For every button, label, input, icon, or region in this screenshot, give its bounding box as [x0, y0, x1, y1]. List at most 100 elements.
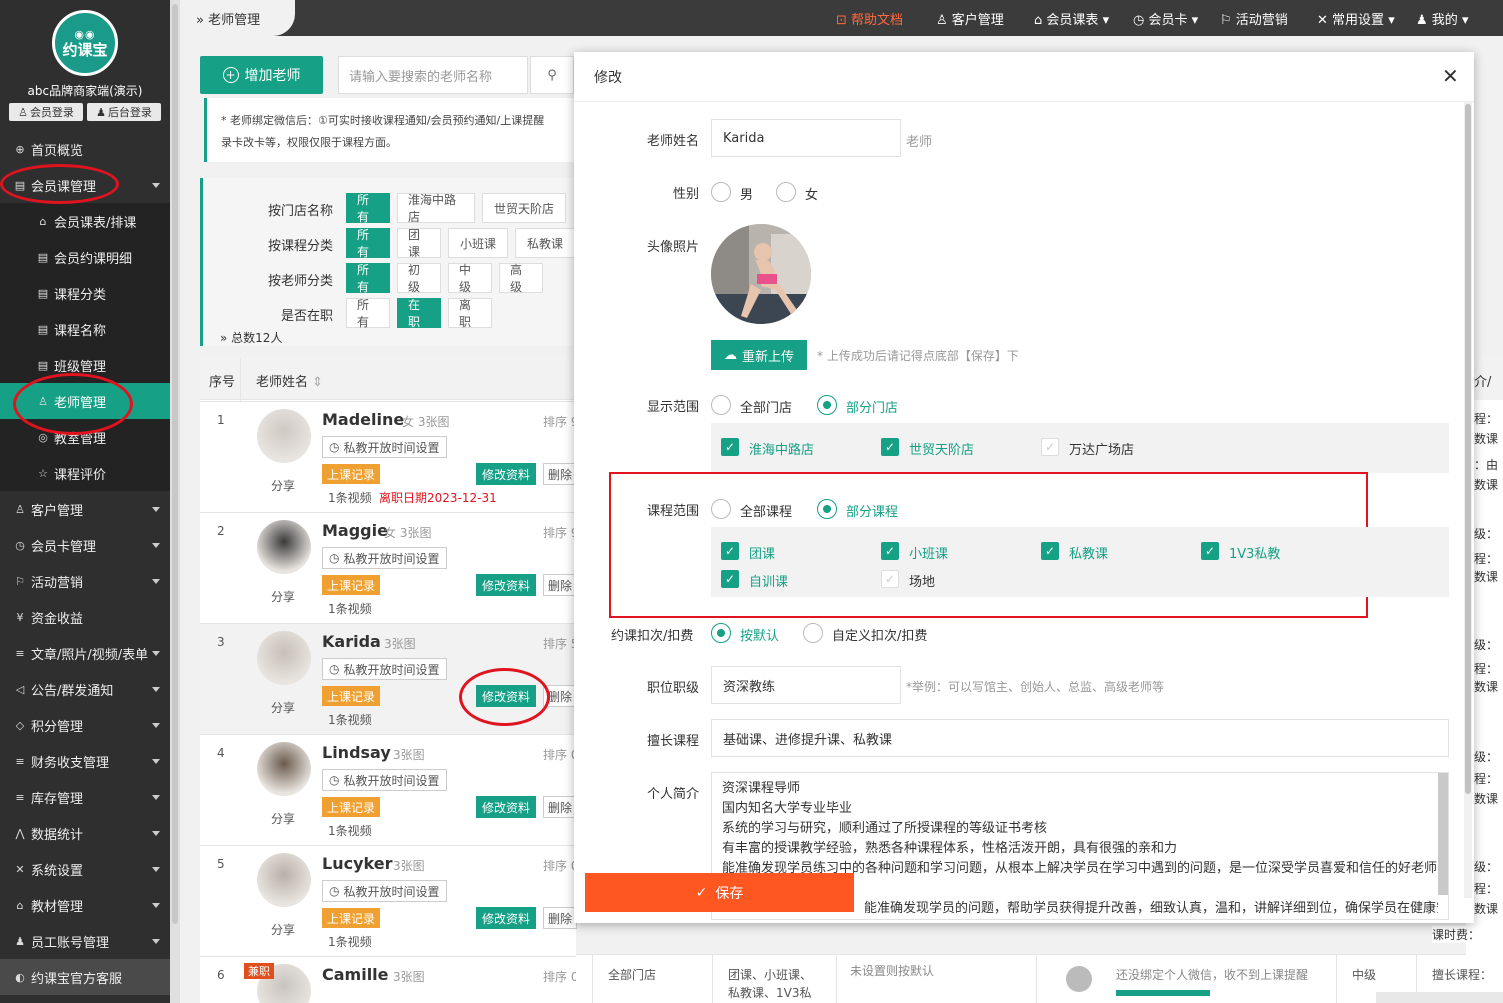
course-checkbox[interactable]: ✓ [1201, 542, 1219, 560]
help-docs-link[interactable]: ⊡ 帮助文档 [836, 9, 903, 28]
sidebar-item-22[interactable]: ♟ 员工账号管理 [0, 923, 170, 959]
filter-option[interactable]: 所有 [346, 263, 390, 294]
filter-option[interactable]: 所有 [346, 298, 390, 329]
filter-option[interactable]: 所有 [346, 193, 390, 224]
class-record-button[interactable]: 上课记录 [322, 908, 381, 928]
store-checkbox-label[interactable]: 世贸天阶店 [909, 439, 974, 458]
course-partial-label[interactable]: 部分课程 [846, 501, 898, 520]
edit-profile-button[interactable]: 修改资料 [476, 574, 537, 596]
sidebar-item-4[interactable]: ▤ 课程分类 [0, 275, 170, 311]
class-record-button[interactable]: 上课记录 [322, 797, 381, 817]
delete-button[interactable]: 删除 [543, 574, 578, 596]
course-checkbox[interactable]: ✓ [721, 542, 739, 560]
top-nav-me[interactable]: ♟ 我的 ▾ [1416, 9, 1468, 28]
store-checkbox[interactable]: ✓ [881, 438, 899, 456]
filter-option[interactable]: 小班课 [448, 228, 508, 258]
course-checkbox[interactable]: ✓ [881, 542, 899, 560]
sidebar-item-16[interactable]: ◇ 积分管理 [0, 707, 170, 743]
course-partial-radio[interactable] [817, 499, 837, 519]
course-checkbox-label[interactable]: 团课 [749, 543, 775, 562]
filter-option[interactable]: 在职 [397, 298, 441, 329]
bind-wechat-button[interactable] [1116, 990, 1210, 996]
scope-all-radio[interactable] [711, 395, 731, 415]
filter-option[interactable]: 高级 [499, 263, 543, 294]
gender-male-radio[interactable] [711, 182, 731, 202]
edit-profile-button[interactable]: 修改资料 [476, 463, 537, 485]
top-nav-customers[interactable]: ♙ 客户管理 [936, 9, 1004, 28]
sidebar-scrollbar[interactable] [172, 4, 178, 924]
sidebar-item-13[interactable]: ¥ 资金收益 [0, 599, 170, 635]
reupload-button[interactable]: ☁ 重新上传 [711, 340, 807, 370]
edit-profile-button[interactable]: 修改资料 [476, 907, 537, 929]
sidebar-item-17[interactable]: ≡ 财务收支管理 [0, 743, 170, 779]
sidebar-item-18[interactable]: ≡ 库存管理 [0, 779, 170, 815]
share-link[interactable]: 分享 [271, 921, 295, 938]
delete-button[interactable]: 删除 [543, 463, 578, 485]
close-icon[interactable]: ✕ [1442, 64, 1459, 88]
store-checkbox-label[interactable]: 淮海中路店 [749, 439, 814, 458]
filter-option[interactable]: 初级 [397, 263, 441, 294]
sidebar-item-10[interactable]: ♙ 客户管理 [0, 491, 170, 527]
delete-button[interactable]: 删除 [543, 907, 578, 929]
horizontal-scrollbar[interactable] [1376, 992, 1503, 1003]
col-header-name[interactable]: 老师姓名 ⇕ [256, 371, 323, 390]
teacher-search-input[interactable]: 请输入要搜索的老师名称 [338, 56, 528, 94]
store-checkbox[interactable]: ✓ [721, 438, 739, 456]
deduct-default-label[interactable]: 按默认 [740, 625, 779, 644]
gender-female-label[interactable]: 女 [805, 184, 818, 203]
store-checkbox-label[interactable]: 万达广场店 [1069, 439, 1134, 458]
course-checkbox-label[interactable]: 场地 [909, 571, 935, 590]
private-time-button[interactable]: ◷ 私教开放时间设置 [322, 880, 447, 902]
deduct-default-radio[interactable] [711, 623, 731, 643]
class-record-button[interactable]: 上课记录 [322, 464, 381, 484]
private-time-button[interactable]: ◷ 私教开放时间设置 [322, 436, 447, 458]
gender-male-label[interactable]: 男 [740, 184, 753, 203]
sidebar-item-9[interactable]: ☆ 课程评价 [0, 455, 170, 491]
teacher-name-input[interactable]: Karida [711, 119, 901, 157]
sidebar-item-3[interactable]: ▤ 会员约课明细 [0, 239, 170, 275]
class-record-button[interactable]: 上课记录 [322, 575, 381, 595]
filter-option[interactable]: 淮海中路店 [397, 193, 475, 224]
course-checkbox[interactable]: ✓ [1041, 542, 1059, 560]
save-button[interactable]: ✓ 保存 [585, 873, 854, 912]
scope-partial-radio[interactable] [817, 395, 837, 415]
share-link[interactable]: 分享 [271, 699, 295, 716]
sidebar-item-20[interactable]: ✕ 系统设置 [0, 851, 170, 887]
sidebar-item-11[interactable]: ◷ 会员卡管理 [0, 527, 170, 563]
search-button[interactable]: ⚲ [530, 56, 574, 94]
course-checkbox-label[interactable]: 自训课 [749, 571, 788, 590]
sidebar-item-23[interactable]: ◐ 约课宝官方客服 [0, 959, 170, 995]
sidebar-item-15[interactable]: ◁ 公告/群发通知 [0, 671, 170, 707]
share-link[interactable]: 分享 [271, 477, 295, 494]
class-record-button[interactable]: 上课记录 [322, 686, 381, 706]
course-all-label[interactable]: 全部课程 [740, 501, 792, 520]
gender-female-radio[interactable] [776, 182, 796, 202]
sidebar-item-21[interactable]: ⌂ 教材管理 [0, 887, 170, 923]
modal-scrollbar[interactable] [1465, 104, 1471, 794]
edit-profile-button[interactable]: 修改资料 [476, 796, 537, 818]
deduct-custom-label[interactable]: 自定义扣次/扣费 [832, 625, 927, 644]
filter-option[interactable]: 所有 [346, 228, 390, 259]
filter-option[interactable]: 世贸天阶店 [482, 193, 566, 223]
add-teacher-button[interactable]: + 增加老师 [200, 56, 323, 94]
course-checkbox[interactable]: ✓ [721, 570, 739, 588]
deduct-custom-radio[interactable] [803, 623, 823, 643]
sidebar-item-14[interactable]: ≡ 文章/照片/视频/表单 [0, 635, 170, 671]
sidebar-item-19[interactable]: ⋀ 数据统计 [0, 815, 170, 851]
bio-scrollbar[interactable] [1438, 773, 1448, 895]
filter-option[interactable]: 中级 [448, 263, 492, 294]
course-checkbox-label[interactable]: 1V3私教 [1229, 543, 1280, 562]
filter-option[interactable]: 团课 [397, 228, 441, 259]
store-checkbox[interactable]: ✓ [1041, 438, 1059, 456]
private-time-button[interactable]: ◷ 私教开放时间设置 [322, 769, 447, 791]
sidebar-item-2[interactable]: ⌂ 会员课表/排课 [0, 203, 170, 239]
top-nav-schedule[interactable]: ⌂ 会员课表 ▾ [1034, 9, 1109, 28]
member-login-button[interactable]: ♙ 会员登录 [9, 103, 83, 121]
position-input[interactable]: 资深教练 [711, 666, 901, 704]
course-checkbox[interactable]: ✓ [881, 570, 899, 588]
sidebar-item-5[interactable]: ▤ 课程名称 [0, 311, 170, 347]
course-all-radio[interactable] [711, 499, 731, 519]
admin-login-button[interactable]: ♟ 后台登录 [87, 103, 161, 121]
top-nav-cards[interactable]: ◷ 会员卡 ▾ [1133, 9, 1198, 28]
private-time-button[interactable]: ◷ 私教开放时间设置 [322, 547, 447, 569]
